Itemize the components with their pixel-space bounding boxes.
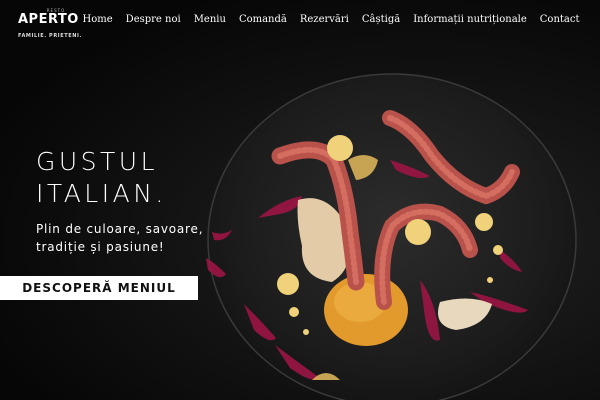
- discover-menu-button[interactable]: DESCOPERĂ MENIUL: [0, 276, 198, 300]
- nav-item-menu[interactable]: Meniu: [187, 14, 232, 25]
- hero-title-line1: GUSTUL: [36, 147, 159, 176]
- nav-item-nutrition[interactable]: Informații nutriționale: [407, 14, 534, 25]
- sauce-dot: [405, 219, 431, 245]
- nav-item-contact[interactable]: Contact: [533, 14, 586, 25]
- nav-item-home[interactable]: Home: [76, 14, 119, 25]
- main-menu: Home Despre noi Meniu Comandă Rezervări …: [76, 14, 586, 25]
- sauce-dot: [303, 329, 309, 335]
- sauce-dot: [327, 135, 353, 161]
- sauce-dot: [289, 307, 299, 317]
- sauce-dot: [487, 277, 493, 283]
- nav-item-reservations[interactable]: Rezervări: [293, 14, 355, 25]
- sauce-dot: [475, 213, 493, 231]
- nav-item-order[interactable]: Comandă: [232, 14, 293, 25]
- hero-title: GUSTUL ITALIAN.: [36, 146, 236, 210]
- hero-title-line2: ITALIAN.: [36, 179, 167, 208]
- hero-subtitle: Plin de culoare, savoare, tradiție și pa…: [36, 222, 204, 254]
- sauce-dot: [277, 273, 299, 295]
- top-navigation-bar: RESTO APERTO FAMILIE. PRIETENI. Home Des…: [0, 0, 600, 46]
- sauce-dot: [493, 245, 503, 255]
- logo-tagline: FAMILIE. PRIETENI.: [18, 33, 83, 39]
- hero-text-block: GUSTUL ITALIAN. Plin de culoare, savoare…: [36, 146, 236, 256]
- nav-item-about[interactable]: Despre noi: [119, 14, 187, 25]
- nav-item-win[interactable]: Câștigă: [355, 14, 406, 25]
